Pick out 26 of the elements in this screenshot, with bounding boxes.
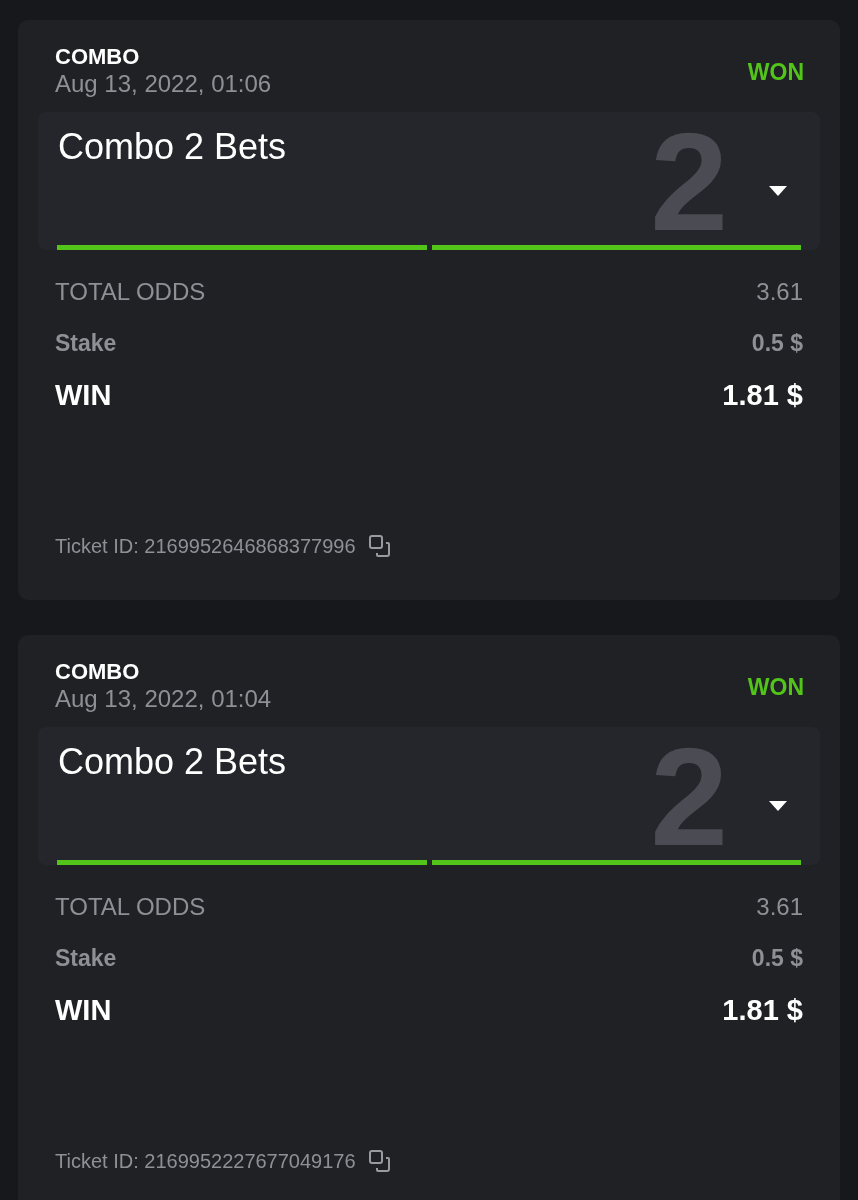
combo-title: Combo 2 Bets [58,126,287,168]
bet-date: Aug 13, 2022, 01:06 [55,70,272,98]
row-value: 3.61 [756,278,803,306]
copy-icon[interactable] [367,534,392,558]
combo-title: Combo 2 Bets [58,741,287,783]
row-value: 1.81 $ [722,379,803,412]
row-value: 0.5 $ [751,330,803,357]
row-label: Stake [55,945,117,972]
bet-status: WON [747,673,804,701]
ticket-id: Ticket ID: 2169952227677049176 [55,1149,356,1173]
copy-icon[interactable] [367,1149,392,1173]
row-label: TOTAL ODDS [55,278,206,306]
ticket-id: Ticket ID: 2169952646868377996 [55,534,356,558]
row-value: 3.61 [756,893,803,921]
row-value: 1.81 $ [722,994,803,1027]
row-label: WIN [55,994,112,1027]
bet-type: COMBO [55,44,141,70]
row-value: 0.5 $ [751,945,803,972]
caret-icon[interactable] [768,184,788,198]
bet-type: COMBO [55,659,141,685]
bet-date: Aug 13, 2022, 01:04 [55,685,272,713]
caret-icon[interactable] [768,799,788,813]
row-label: WIN [55,379,112,412]
bet-status: WON [747,58,804,86]
row-label: Stake [55,330,117,357]
row-label: TOTAL ODDS [55,893,206,921]
